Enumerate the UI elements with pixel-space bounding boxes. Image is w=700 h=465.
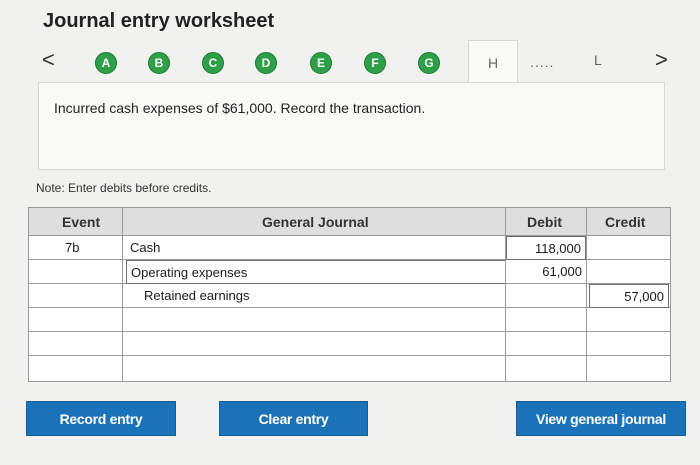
account-input[interactable] <box>126 356 506 380</box>
account-input[interactable] <box>126 308 506 332</box>
debit-input[interactable] <box>506 308 586 332</box>
credit-column-header: Credit <box>605 214 646 230</box>
tab-h[interactable]: H <box>468 40 518 84</box>
table-row: Retained earnings 57,000 <box>29 284 670 308</box>
credit-input[interactable]: 57,000 <box>589 284 669 308</box>
account-input[interactable]: Cash <box>126 236 506 260</box>
event-cell <box>65 332 105 356</box>
instruction-note: Note: Enter debits before credits. <box>36 181 212 195</box>
tab-l[interactable]: L <box>594 52 602 68</box>
step-c-button[interactable]: C <box>202 52 224 74</box>
tab-dots: ..... <box>530 54 555 70</box>
credit-input[interactable] <box>589 308 669 332</box>
step-f-button[interactable]: F <box>364 52 386 74</box>
table-row <box>29 332 670 356</box>
account-input[interactable] <box>126 332 506 356</box>
table-row: 7b Cash 118,000 <box>29 236 670 260</box>
account-input[interactable]: Operating expenses <box>126 260 506 284</box>
transaction-prompt-box: Incurred cash expenses of $61,000. Recor… <box>38 82 665 170</box>
event-column-header: Event <box>62 214 101 230</box>
event-cell: 7b <box>65 240 80 255</box>
step-b-button[interactable]: B <box>148 52 170 74</box>
credit-input[interactable] <box>589 332 669 356</box>
step-e-button[interactable]: E <box>310 52 332 74</box>
account-input[interactable]: Retained earnings <box>126 284 506 308</box>
table-row <box>29 308 670 332</box>
table-row <box>29 356 670 380</box>
event-cell <box>65 308 105 332</box>
event-cell <box>65 260 105 284</box>
credit-input[interactable] <box>589 356 669 380</box>
debit-input[interactable]: 61,000 <box>506 260 586 284</box>
step-d-button[interactable]: D <box>255 52 277 74</box>
previous-arrow-icon[interactable]: < <box>42 48 55 72</box>
debit-input[interactable] <box>506 284 586 308</box>
transaction-prompt: Incurred cash expenses of $61,000. Recor… <box>54 100 426 116</box>
column-divider <box>505 208 506 381</box>
credit-input[interactable] <box>589 236 669 260</box>
clear-entry-button[interactable]: Clear entry <box>219 401 368 436</box>
debit-input[interactable]: 118,000 <box>506 236 586 260</box>
debit-input[interactable] <box>506 332 586 356</box>
debit-input[interactable] <box>506 356 586 380</box>
column-divider <box>122 208 123 381</box>
view-general-journal-button[interactable]: View general journal <box>516 401 686 436</box>
table-row: Operating expenses 61,000 <box>29 260 670 284</box>
column-divider <box>586 208 587 381</box>
page-title: Journal entry worksheet <box>43 10 275 32</box>
credit-input[interactable] <box>589 260 669 284</box>
next-arrow-icon[interactable]: > <box>655 48 668 72</box>
journal-table: Event General Journal Debit Credit 7b Ca… <box>28 207 671 382</box>
record-entry-button[interactable]: Record entry <box>26 401 176 436</box>
step-g-button[interactable]: G <box>418 52 440 74</box>
event-cell <box>65 284 105 308</box>
event-cell <box>65 356 105 380</box>
step-a-button[interactable]: A <box>95 52 117 74</box>
journal-column-header: General Journal <box>262 214 369 230</box>
table-header: Event General Journal Debit Credit <box>29 208 670 236</box>
debit-column-header: Debit <box>527 214 562 230</box>
